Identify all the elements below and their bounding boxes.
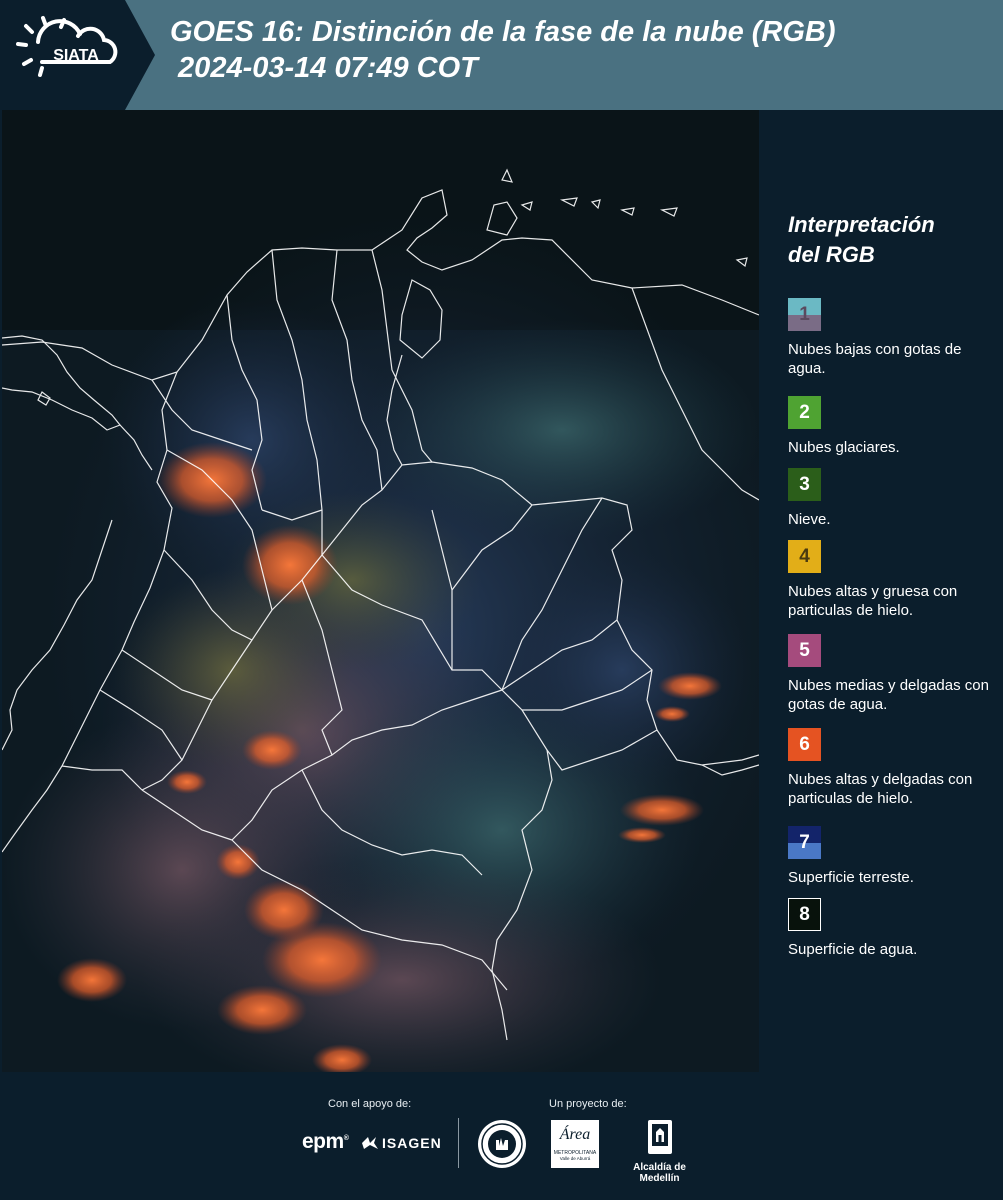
legend-number: 4 [799,545,810,567]
legend-item-7: 7 Superficie terreste. [788,826,993,887]
area-logo-valle: Valle de Aburrá [559,1156,591,1161]
legend-label: Nubes glaciares. [788,439,900,456]
legend-swatch-8: 8 [788,898,821,931]
legend-item-3: 3 Nieve. [788,468,993,529]
legend-swatch-4: 4 [788,540,821,573]
area-logo-script: Área [559,1126,591,1143]
isagen-logo-text: ISAGEN [382,1135,442,1151]
rgb-legend: Interpretación del RGB 1 Nubes bajas con … [776,210,996,958]
legend-label: Nubes medias y delgadas con gotas de agu… [788,677,989,713]
legend-title-line-2: del RGB [788,242,875,267]
legend-label: Nieve. [788,511,831,528]
isagen-mark-icon [362,1137,378,1149]
satellite-map [2,110,759,1072]
legend-label: Superficie de agua. [788,941,918,958]
siata-logo: SIATA [0,0,155,110]
footer-divider [458,1118,459,1168]
project-label: Un proyecto de: [549,1098,627,1110]
legend-number: 7 [799,831,810,853]
legend-label: Nubes altas y gruesa con particulas de h… [788,583,958,619]
siata-seal-logo [476,1118,528,1175]
legend-number: 8 [799,903,810,925]
alcaldia-shield-icon [647,1120,672,1154]
alcaldia-label: Alcaldía de Medellín [633,1162,686,1184]
legend-label: Superficie terreste. [788,869,914,886]
legend-swatch-3: 3 [788,468,821,501]
siata-logo-text: SIATA [53,47,99,64]
legend-item-1: 1 Nubes bajas con gotas de agua. [788,298,993,378]
legend-title-line-1: Interpretación [788,212,935,237]
legend-item-6: 6 Nubes altas y delgadas con particulas d… [788,728,993,808]
legend-label: Nubes bajas con gotas de agua. [788,341,962,377]
legend-item-8: 8 Superficie de agua. [788,898,993,959]
title-line-2: 2024-03-14 07:49 COT [170,52,478,84]
epm-logo-text: epm [302,1130,344,1153]
area-metropolitana-logo: Área METROPOLITANA Valle de Aburrá [551,1120,599,1168]
legend-swatch-7: 7 [788,826,821,859]
legend-number: 5 [799,639,810,661]
legend-number: 6 [799,733,810,755]
legend-swatch-5: 5 [788,634,821,667]
legend-swatch-1: 1 [788,298,821,331]
support-label: Con el apoyo de: [328,1098,412,1110]
footer: Con el apoyo de: Un proyecto de: epm® IS… [0,1072,1003,1200]
legend-title: Interpretación del RGB [788,210,988,270]
page-title: GOES 16: Distinción de la fase de la nub… [170,14,836,86]
isagen-logo: ISAGEN [360,1134,442,1152]
legend-item-5: 5 Nubes medias y delgadas con gotas de ag… [788,634,993,714]
alcaldia-medellin-logo: Alcaldía de Medellín [612,1118,707,1184]
legend-swatch-2: 2 [788,396,821,429]
epm-logo: epm® [302,1130,349,1153]
legend-label: Nubes altas y delgadas con particulas de… [788,771,973,807]
legend-swatch-6: 6 [788,728,821,761]
legend-number: 3 [799,473,810,495]
legend-number: 1 [799,303,810,325]
title-line-1: GOES 16: Distinción de la fase de la nub… [170,16,836,48]
legend-item-4: 4 Nubes altas y gruesa con particulas de … [788,540,993,620]
legend-number: 2 [799,401,810,423]
legend-item-2: 2 Nubes glaciares. [788,396,993,457]
header-bar: SIATA GOES 16: Distinción de la fase de … [0,0,1003,110]
